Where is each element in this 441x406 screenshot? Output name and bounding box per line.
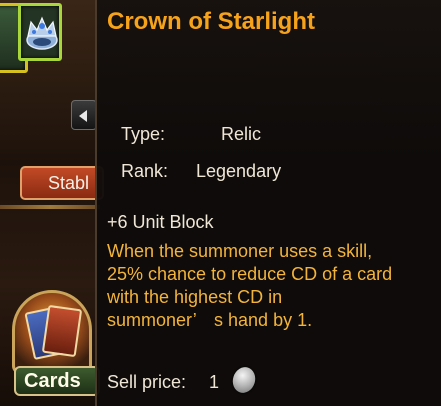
cards-button[interactable]: Cards — [14, 366, 100, 396]
sell-price-label: Sell price: — [107, 372, 187, 392]
description-line: with the highest CD in — [107, 287, 283, 307]
divider — [0, 205, 100, 209]
arrow-left-icon — [79, 110, 87, 122]
card-icon — [41, 304, 83, 358]
crown-icon — [26, 16, 58, 50]
type-value: Relic — [221, 124, 262, 144]
scroll-left-button[interactable] — [71, 100, 97, 130]
cards-icon[interactable] — [12, 290, 92, 374]
stable-button[interactable]: Stabl — [20, 166, 104, 200]
inventory-slot-selected[interactable] — [18, 3, 62, 61]
rank-label: Rank: — [121, 161, 169, 181]
description-line: 25% chance to reduce CD of a card — [107, 264, 393, 284]
item-stat: +6 Unit Block — [107, 212, 214, 232]
description-line: When the summoner uses a skill, — [107, 241, 373, 261]
sell-price-value: 1 — [209, 372, 220, 392]
game-background-panel: Stabl Cards — [0, 0, 104, 406]
item-tooltip: Crown of Starlight Type: Relic Rank: Leg… — [95, 0, 441, 406]
rank-value: Legendary — [196, 161, 282, 181]
description-line: summoner’ s hand by 1. — [107, 310, 313, 330]
item-description: When the summoner uses a skill, 25% chan… — [107, 240, 437, 332]
item-name: Crown of Starlight — [107, 8, 315, 35]
type-label: Type: — [121, 124, 166, 144]
silver-coin-icon — [229, 364, 259, 396]
